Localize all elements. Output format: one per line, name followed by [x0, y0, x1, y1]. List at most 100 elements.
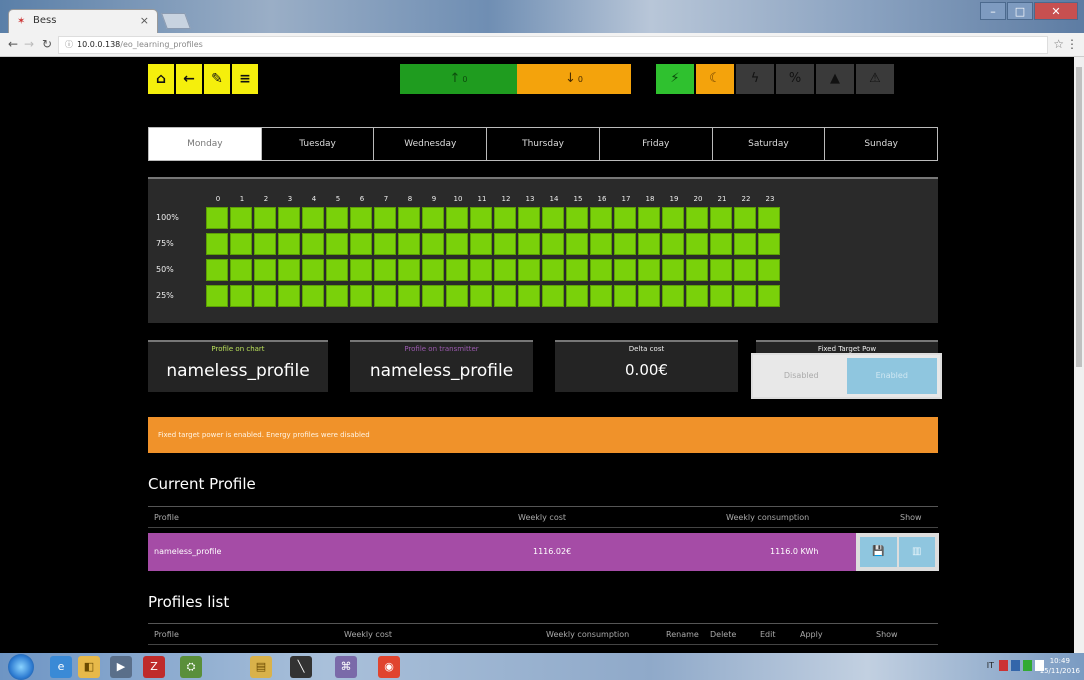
power-cell[interactable]	[206, 233, 228, 255]
power-cell[interactable]	[614, 259, 636, 281]
tray-network-icon[interactable]	[1011, 660, 1020, 671]
power-cell[interactable]	[494, 207, 516, 229]
info-icon[interactable]: ⓘ	[65, 40, 73, 49]
power-cell[interactable]	[422, 207, 444, 229]
power-cell[interactable]	[278, 207, 300, 229]
power-cell[interactable]	[374, 259, 396, 281]
power-cell[interactable]	[254, 207, 276, 229]
menu-button[interactable]: ≡	[232, 64, 258, 94]
minimize-button[interactable]: –	[980, 2, 1006, 20]
power-cell[interactable]	[374, 233, 396, 255]
power-cell[interactable]	[302, 207, 324, 229]
filezilla-icon[interactable]: Z	[143, 656, 165, 678]
disabled-button[interactable]: Disabled	[756, 358, 847, 394]
power-cell[interactable]	[326, 259, 348, 281]
power-cell[interactable]	[542, 285, 564, 307]
power-cell[interactable]	[326, 233, 348, 255]
power-cell[interactable]	[590, 259, 612, 281]
moon-icon[interactable]: ☾	[696, 64, 734, 94]
power-cell[interactable]	[350, 259, 372, 281]
power-cell[interactable]	[446, 285, 468, 307]
power-cell[interactable]	[278, 285, 300, 307]
power-cell[interactable]	[206, 207, 228, 229]
power-cell[interactable]	[686, 285, 708, 307]
power-cell[interactable]	[758, 285, 780, 307]
tray-alert-icon[interactable]	[999, 660, 1008, 671]
power-cell[interactable]	[614, 285, 636, 307]
maximize-button[interactable]: □	[1007, 2, 1033, 20]
tab-saturday[interactable]: Saturday	[713, 128, 826, 160]
power-cell[interactable]	[686, 259, 708, 281]
back-icon[interactable]: ←	[8, 37, 18, 51]
files-icon[interactable]: ▤	[250, 656, 272, 678]
bookmark-star-icon[interactable]: ☆	[1053, 37, 1064, 51]
url-field[interactable]: ⓘ 10.0.0.138/eo_learning_profiles	[58, 36, 1048, 54]
power-cell[interactable]	[566, 259, 588, 281]
power-cell[interactable]	[278, 259, 300, 281]
power-cell[interactable]	[542, 233, 564, 255]
power-cell[interactable]	[734, 233, 756, 255]
power-cell[interactable]	[326, 207, 348, 229]
power-cell[interactable]	[470, 259, 492, 281]
page-scrollbar[interactable]	[1074, 57, 1084, 653]
power-cell[interactable]	[470, 207, 492, 229]
power-cell[interactable]	[686, 207, 708, 229]
home-button[interactable]: ⌂	[148, 64, 174, 94]
tab-tuesday[interactable]: Tuesday	[262, 128, 375, 160]
back-button[interactable]: ←	[176, 64, 202, 94]
power-cell[interactable]	[638, 207, 660, 229]
power-cell[interactable]	[230, 207, 252, 229]
chrome-icon[interactable]: ◉	[378, 656, 400, 678]
power-cell[interactable]	[614, 233, 636, 255]
power-cell[interactable]	[302, 285, 324, 307]
power-cell[interactable]	[638, 285, 660, 307]
power-cell[interactable]	[278, 233, 300, 255]
folder-icon[interactable]: ◧	[78, 656, 100, 678]
plug-icon[interactable]: ⚡	[656, 64, 694, 94]
table-row[interactable]: nameless_profile 1116.02€ 1116.0 KWh	[148, 533, 938, 571]
settings-button[interactable]: ✎	[204, 64, 230, 94]
save-button[interactable]: 💾	[860, 537, 897, 567]
power-cell[interactable]	[398, 207, 420, 229]
power-cell[interactable]	[398, 259, 420, 281]
power-cell[interactable]	[758, 233, 780, 255]
power-cell[interactable]	[422, 285, 444, 307]
power-cell[interactable]	[350, 233, 372, 255]
power-cell[interactable]	[566, 207, 588, 229]
power-cell[interactable]	[470, 285, 492, 307]
power-cell[interactable]	[590, 285, 612, 307]
power-cell[interactable]	[374, 207, 396, 229]
power-cell[interactable]	[302, 233, 324, 255]
power-cell[interactable]	[494, 259, 516, 281]
power-cell[interactable]	[494, 285, 516, 307]
power-cell[interactable]	[686, 233, 708, 255]
power-cell[interactable]	[398, 285, 420, 307]
app-icon[interactable]: ⌘	[335, 656, 357, 678]
power-cell[interactable]	[710, 259, 732, 281]
browser-tab[interactable]: ✶ Bess ×	[8, 9, 158, 33]
power-cell[interactable]	[422, 233, 444, 255]
power-cell[interactable]	[734, 285, 756, 307]
power-cell[interactable]	[758, 259, 780, 281]
power-cell[interactable]	[710, 207, 732, 229]
power-cell[interactable]	[446, 259, 468, 281]
power-cell[interactable]	[470, 233, 492, 255]
power-cell[interactable]	[638, 233, 660, 255]
power-cell[interactable]	[710, 285, 732, 307]
power-cell[interactable]	[446, 233, 468, 255]
lock-icon[interactable]: ▲	[816, 64, 854, 94]
power-cell[interactable]	[542, 259, 564, 281]
power-cell[interactable]	[638, 259, 660, 281]
tab-wednesday[interactable]: Wednesday	[374, 128, 488, 160]
power-cell[interactable]	[662, 259, 684, 281]
power-cell[interactable]	[566, 233, 588, 255]
usb-icon[interactable]: ╲	[290, 656, 312, 678]
reload-icon[interactable]: ↻	[42, 37, 52, 51]
power-cell[interactable]	[422, 259, 444, 281]
power-cell[interactable]	[518, 207, 540, 229]
power-cell[interactable]	[662, 285, 684, 307]
power-cell[interactable]	[494, 233, 516, 255]
power-cell[interactable]	[734, 207, 756, 229]
power-cell[interactable]	[398, 233, 420, 255]
show-chart-button[interactable]: ▥	[898, 537, 935, 567]
